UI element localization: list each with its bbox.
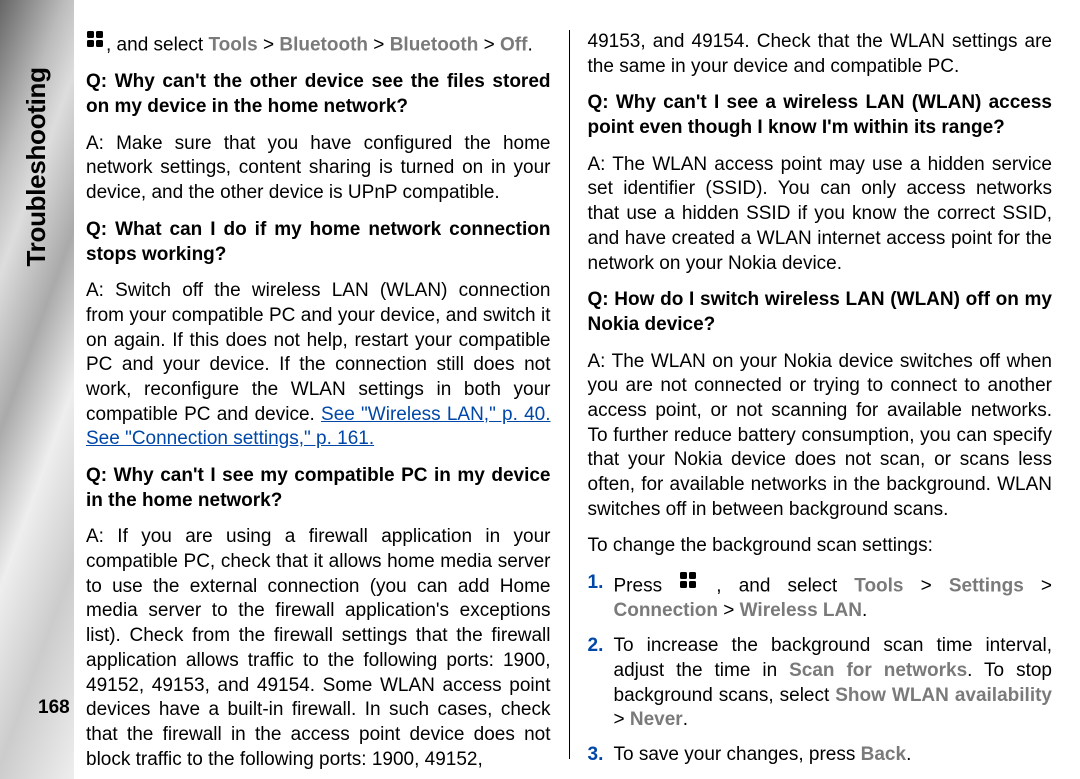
question-5: Q: How do I switch wireless LAN (WLAN) o… — [588, 288, 1053, 337]
step-number-2: 2. — [588, 634, 604, 659]
intro-line: , and select Tools > Bluetooth > Bluetoo… — [86, 30, 551, 58]
menu-settings: Settings — [949, 576, 1024, 597]
step-3: 3. To save your changes, press Back. — [588, 743, 1053, 768]
menu-tools: Tools — [854, 576, 903, 597]
menu-path-tools: Tools — [208, 35, 257, 56]
column-divider — [569, 30, 570, 759]
menu-show-wlan-availability: Show WLAN availability — [835, 685, 1052, 706]
answer-2: A: Switch off the wireless LAN (WLAN) co… — [86, 279, 551, 452]
menu-scan-for-networks: Scan for networks — [789, 660, 967, 681]
step-number-3: 3. — [588, 743, 604, 768]
page-number: 168 — [38, 696, 70, 721]
answer-4: A: The WLAN access point may use a hidde… — [588, 153, 1053, 276]
menu-never: Never — [630, 709, 683, 730]
menu-path-off: Off — [500, 35, 527, 56]
change-intro: To change the background scan settings: — [588, 534, 1053, 559]
content-area: , and select Tools > Bluetooth > Bluetoo… — [74, 0, 1080, 779]
steps-list: 1. Press , and select Tools > Settings >… — [588, 571, 1053, 778]
section-title: Troubleshooting — [20, 67, 54, 266]
sidebar: Troubleshooting 168 — [0, 0, 74, 779]
question-3: Q: Why can't I see my compatible PC in m… — [86, 464, 551, 513]
answer-3-continued: 49153, and 49154. Check that the WLAN se… — [588, 30, 1053, 79]
answer-1: A: Make sure that you have configured th… — [86, 132, 551, 206]
menu-key-icon — [86, 30, 104, 56]
link-wireless-lan[interactable]: See "Wireless LAN," p. 40. — [321, 404, 550, 425]
menu-back: Back — [861, 744, 906, 765]
column-left: , and select Tools > Bluetooth > Bluetoo… — [86, 30, 551, 759]
question-2: Q: What can I do if my home network conn… — [86, 218, 551, 267]
step-number-1: 1. — [588, 571, 604, 596]
step-1: 1. Press , and select Tools > Settings >… — [588, 571, 1053, 624]
question-1: Q: Why can't the other device see the fi… — [86, 70, 551, 119]
question-4: Q: Why can't I see a wireless LAN (WLAN)… — [588, 91, 1053, 140]
step-2: 2. To increase the background scan time … — [588, 634, 1053, 733]
column-right: 49153, and 49154. Check that the WLAN se… — [588, 30, 1053, 759]
menu-wireless-lan: Wireless LAN — [740, 600, 862, 621]
link-connection-settings[interactable]: See "Connection settings," p. 161. — [86, 428, 374, 449]
menu-key-icon — [679, 571, 697, 597]
answer-5: A: The WLAN on your Nokia device switche… — [588, 350, 1053, 523]
answer-3: A: If you are using a firewall applicati… — [86, 525, 551, 772]
menu-path-bluetooth2: Bluetooth — [390, 35, 479, 56]
menu-path-bluetooth: Bluetooth — [279, 35, 368, 56]
menu-connection: Connection — [614, 600, 719, 621]
